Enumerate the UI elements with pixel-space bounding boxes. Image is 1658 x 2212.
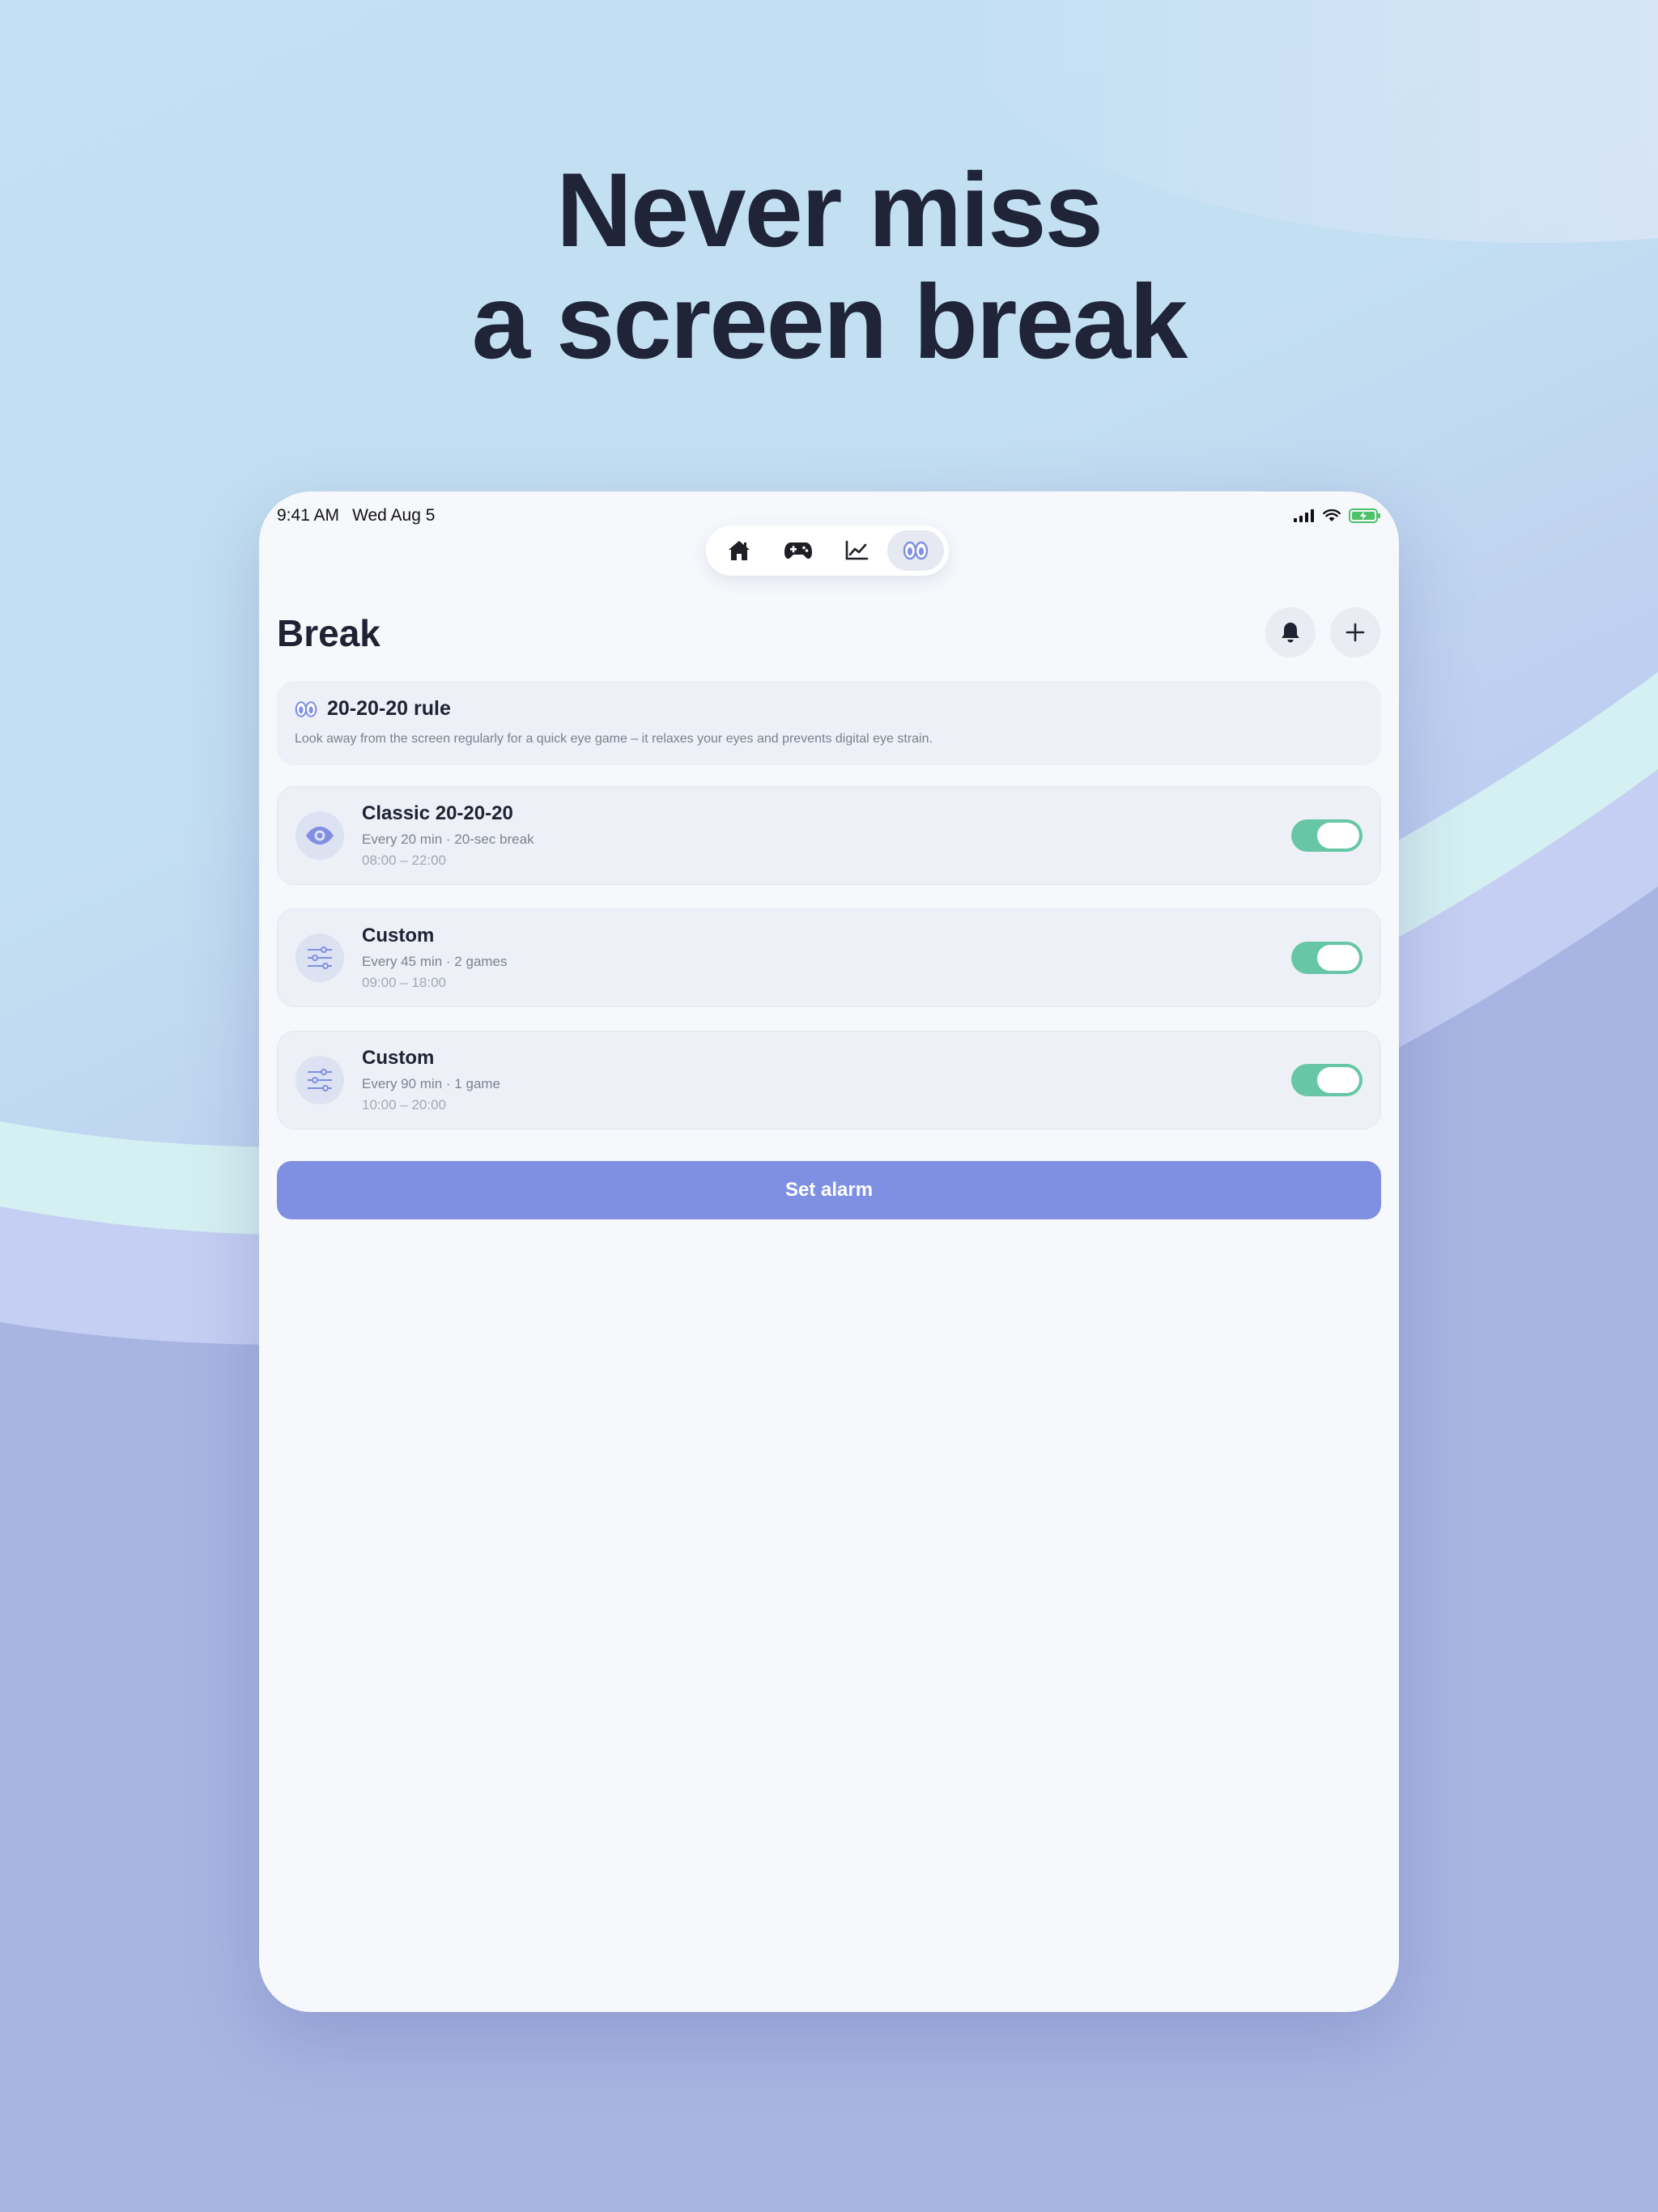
eyes-icon bbox=[295, 700, 317, 717]
alarm-avatar bbox=[295, 934, 344, 982]
alarm-avatar bbox=[295, 1056, 344, 1104]
alarm-name: Custom bbox=[362, 1047, 435, 1069]
top-tab-bar bbox=[706, 525, 949, 576]
alarm-toggle[interactable] bbox=[1291, 942, 1363, 974]
alarm-detail: Every 45 min · 2 games bbox=[362, 954, 508, 969]
alarm-card[interactable]: Custom Every 90 min · 1 game 10:00 – 20:… bbox=[277, 1031, 1381, 1129]
cellular-signal-icon bbox=[1294, 509, 1314, 522]
sliders-icon bbox=[308, 1069, 332, 1091]
alarm-hours: 08:00 – 22:00 bbox=[362, 853, 446, 868]
toggle-knob bbox=[1317, 823, 1359, 849]
page-title: Break bbox=[277, 612, 380, 654]
set-alarm-button[interactable]: Set alarm bbox=[277, 1161, 1381, 1219]
hero-headline: Never miss a screen break bbox=[0, 154, 1658, 377]
alarm-hours: 10:00 – 20:00 bbox=[362, 1097, 446, 1112]
tab-stats[interactable] bbox=[828, 530, 885, 571]
alarm-card[interactable]: Classic 20-20-20 Every 20 min · 20-sec b… bbox=[277, 786, 1381, 885]
add-alarm-button[interactable] bbox=[1330, 607, 1380, 657]
toggle-knob bbox=[1317, 1067, 1359, 1093]
tablet-screen: 9:41 AM Wed Aug 5 Break 20-20-20 rule Lo… bbox=[259, 491, 1399, 2012]
rule-info-card: 20-20-20 rule Look away from the screen … bbox=[277, 681, 1381, 765]
bell-icon bbox=[1282, 623, 1299, 643]
alarm-name: Classic 20-20-20 bbox=[362, 802, 513, 824]
eyes-icon bbox=[903, 541, 929, 560]
home-icon bbox=[729, 541, 750, 560]
alarm-toggle[interactable] bbox=[1291, 819, 1363, 852]
wifi-icon bbox=[1323, 509, 1341, 521]
notifications-button[interactable] bbox=[1265, 607, 1316, 657]
hero-headline-line-1: Never miss bbox=[556, 151, 1103, 269]
rule-description: Look away from the screen regularly for … bbox=[295, 732, 933, 746]
status-icons bbox=[1294, 508, 1381, 523]
status-date: Wed Aug 5 bbox=[352, 506, 436, 525]
tab-games[interactable] bbox=[770, 530, 827, 571]
gamepad-icon bbox=[784, 542, 812, 559]
sliders-icon bbox=[308, 946, 332, 969]
alarm-toggle[interactable] bbox=[1291, 1064, 1363, 1096]
alarm-detail: Every 90 min · 1 game bbox=[362, 1076, 501, 1091]
plus-icon bbox=[1346, 623, 1365, 642]
status-time: 9:41 AM bbox=[277, 506, 340, 525]
tab-home[interactable] bbox=[711, 530, 767, 571]
rule-title: 20-20-20 rule bbox=[327, 697, 451, 720]
toggle-knob bbox=[1317, 945, 1359, 971]
tab-break[interactable] bbox=[886, 530, 944, 571]
chart-icon bbox=[846, 540, 869, 560]
alarm-avatar bbox=[295, 811, 344, 860]
alarm-hours: 09:00 – 18:00 bbox=[362, 975, 446, 990]
eye-icon bbox=[306, 827, 334, 844]
alarm-name: Custom bbox=[362, 925, 435, 946]
battery-charging-icon bbox=[1349, 508, 1380, 523]
hero-headline-line-2: a screen break bbox=[471, 262, 1188, 381]
alarm-detail: Every 20 min · 20-sec break bbox=[362, 832, 534, 847]
alarm-card[interactable]: Custom Every 45 min · 2 games 09:00 – 18… bbox=[277, 908, 1381, 1007]
